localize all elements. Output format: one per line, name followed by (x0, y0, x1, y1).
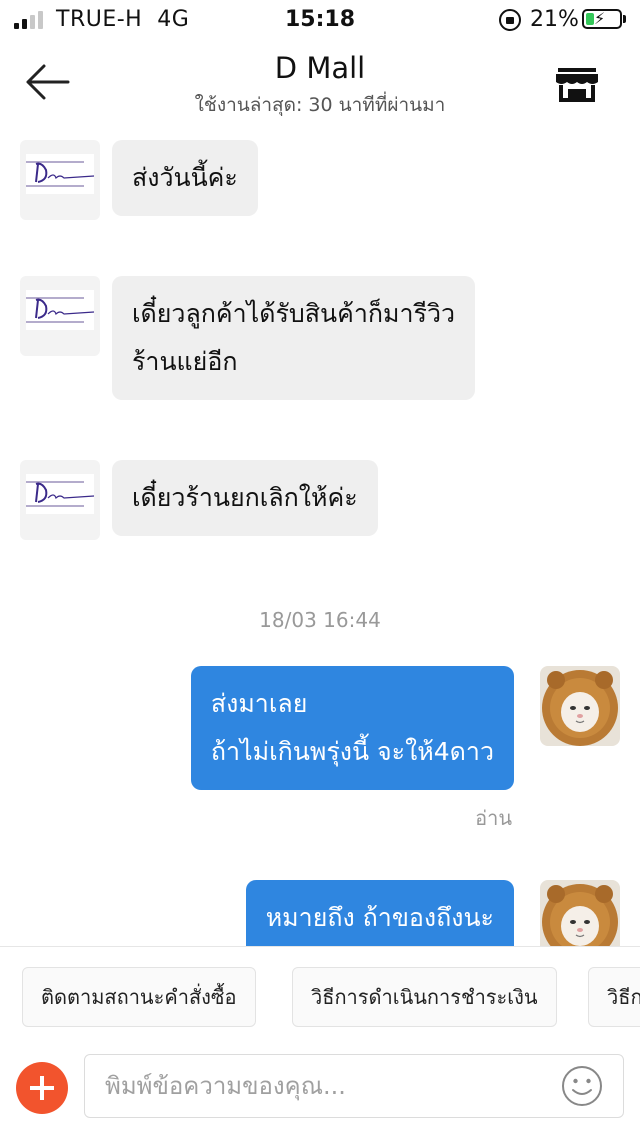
message-text: ถ้าไม่เกินพรุ่งนี้ จะให้4ดาว (210, 737, 494, 766)
outgoing-message: ส่งมาเลย ถ้าไม่เกินพรุ่งนี้ จะให้4ดาว (190, 666, 514, 790)
shop-name: D Mall (274, 51, 366, 85)
message-text: ส่งมาเลย (210, 689, 308, 718)
quick-reply-payment-method[interactable]: วิธีการดำเนินการชำระเงิน (292, 967, 557, 1027)
battery-percentage: 21% (530, 7, 579, 32)
cat-lion-avatar-icon (540, 880, 620, 946)
message-input-bar (0, 1046, 640, 1136)
read-receipt: อ่าน (475, 806, 512, 830)
message-text: ร้านแย่อีก (132, 347, 238, 376)
shop-logo-icon (26, 297, 95, 323)
message-timestamp: 18/03 16:44 (259, 608, 381, 632)
outgoing-message: หมายถึง ถ้าของถึงนะ (245, 880, 514, 946)
quick-replies: ติดตามสถานะคำสั่งซื้อ วิธีการดำเนินการชำ… (0, 946, 640, 1046)
rotation-lock-icon (499, 9, 521, 31)
message-text: ส่งวันนี้ค่ะ (132, 163, 238, 192)
plus-icon[interactable] (16, 1062, 68, 1114)
shop-logo-icon (26, 161, 95, 187)
last-active-status: ใช้งานล่าสุด: 30 นาทีที่ผ่านมา (194, 94, 446, 116)
quick-reply-track-order[interactable]: ติดตามสถานะคำสั่งซื้อ (22, 967, 256, 1027)
status-bar: TRUE-H 4G 15:18 21% ⚡ (0, 0, 640, 40)
quick-reply-more[interactable]: วิธีก (588, 967, 640, 1027)
battery-icon: ⚡ (582, 9, 622, 29)
incoming-message: ส่งวันนี้ค่ะ (112, 140, 258, 216)
shop-avatar[interactable] (20, 460, 100, 540)
store-icon[interactable] (554, 66, 600, 104)
user-avatar[interactable] (540, 880, 620, 946)
message-input[interactable] (84, 1054, 624, 1118)
battery-tip (623, 15, 626, 23)
user-avatar[interactable] (540, 666, 620, 746)
smiley-icon[interactable] (560, 1064, 604, 1108)
shop-avatar[interactable] (20, 276, 100, 356)
message-text: หมายถึง ถ้าของถึงนะ (265, 903, 494, 932)
incoming-message: เดี๋ยวร้านยกเลิกให้ค่ะ (112, 460, 378, 536)
message-text: เดี๋ยวร้านยกเลิกให้ค่ะ (132, 483, 358, 512)
cat-lion-avatar-icon (540, 666, 620, 746)
chat-messages[interactable]: ส่งวันนี้ค่ะ เดี๋ยวลูกค้าได้รับสินค้าก็ม… (0, 122, 640, 946)
incoming-message: เดี๋ยวลูกค้าได้รับสินค้าก็มารีวิว ร้านแย… (112, 276, 476, 400)
shop-logo-icon (26, 481, 95, 507)
chat-header: D Mall ใช้งานล่าสุด: 30 นาทีที่ผ่านมา (0, 40, 640, 122)
message-text: เดี๋ยวลูกค้าได้รับสินค้าก็มารีวิว (132, 299, 456, 328)
shop-avatar[interactable] (20, 140, 100, 220)
